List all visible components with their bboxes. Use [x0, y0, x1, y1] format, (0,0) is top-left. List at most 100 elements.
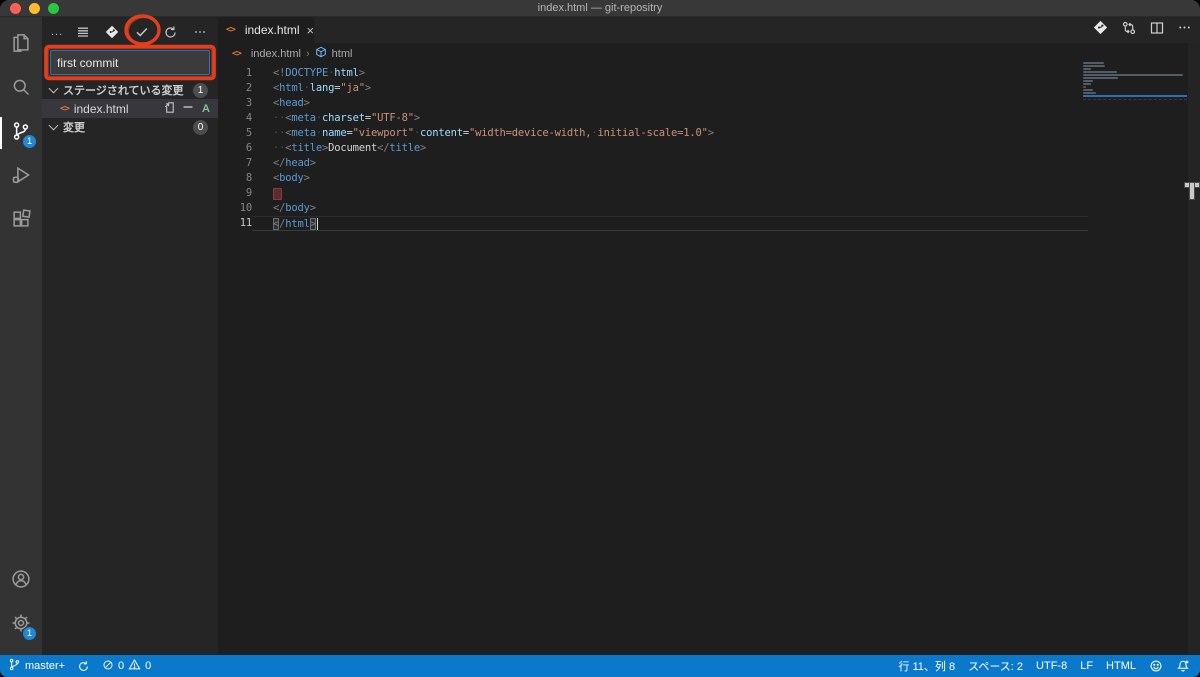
minimize-window-button[interactable] [29, 2, 40, 14]
activity-source-control[interactable]: 1 [0, 111, 42, 155]
code-line[interactable]: 3 <head> [218, 96, 1088, 111]
code-line-text[interactable]: </html> [252, 216, 1088, 231]
errors-icon [102, 659, 114, 674]
code-line[interactable]: 10 </body> [218, 201, 1088, 216]
warnings-count: 0 [145, 660, 152, 672]
breadcrumb-symbol[interactable]: html [332, 48, 353, 60]
code-line-text[interactable]: ··<meta·name="viewport"·content="width=d… [252, 126, 1088, 141]
close-window-button[interactable] [10, 2, 21, 14]
open-changes-icon[interactable] [1121, 20, 1137, 41]
minimap[interactable] [1083, 62, 1187, 100]
changes-header[interactable]: 変更 0 [42, 118, 218, 136]
line-number[interactable]: 8 [218, 171, 252, 186]
language-mode[interactable]: HTML [1106, 660, 1136, 672]
more-actions-button[interactable] [191, 23, 209, 41]
title-bar: index.html — git-repositry [0, 0, 1200, 17]
changes-badge: 0 [193, 119, 208, 135]
line-number[interactable]: 4 [218, 111, 252, 126]
activity-explorer[interactable] [0, 23, 42, 67]
unstage-changes-icon[interactable] [182, 101, 194, 116]
git-graph-button[interactable] [103, 23, 121, 41]
refresh-button[interactable] [162, 23, 180, 41]
activity-search[interactable] [0, 67, 42, 111]
staged-changes-header[interactable]: ステージされている変更 1 [42, 81, 218, 99]
code-line-text[interactable]: <head> [252, 96, 1088, 111]
extensions-icon [11, 208, 31, 234]
git-status-added: A [202, 102, 210, 115]
code-line-text[interactable]: <body> [252, 171, 1088, 186]
branch-indicator[interactable]: master+ [8, 658, 65, 674]
line-number[interactable]: 3 [218, 96, 252, 111]
search-icon [11, 77, 31, 102]
split-editor-icon[interactable] [1149, 20, 1165, 41]
line-number[interactable]: 2 [218, 81, 252, 96]
traffic-lights [0, 2, 59, 14]
code-line[interactable]: 5 ··<meta·name="viewport"·content="width=… [218, 126, 1088, 141]
feedback-icon[interactable] [1149, 659, 1163, 673]
breadcrumb-file[interactable]: index.html [251, 48, 301, 60]
commit-message-input[interactable] [50, 50, 210, 75]
editor-scrollbar[interactable] [1188, 43, 1200, 655]
eol-sequence[interactable]: LF [1080, 660, 1093, 672]
editor-area: <> index.html × <> index.html › html 1 <… [218, 17, 1200, 655]
staged-changes-label: ステージされている変更 [63, 85, 184, 97]
line-number[interactable]: 10 [218, 201, 252, 216]
commit-check-button[interactable] [133, 23, 151, 41]
scm-toolbar: ... [42, 17, 218, 47]
code-line[interactable]: 7 </head> [218, 156, 1088, 171]
zoom-window-button[interactable] [48, 2, 59, 14]
code-line[interactable]: 9 [218, 186, 1088, 201]
tab-index-html[interactable]: <> index.html × [218, 17, 314, 43]
git-branch-icon [8, 658, 21, 674]
activity-extensions[interactable] [0, 199, 42, 243]
tab-bar: <> index.html × [218, 17, 1200, 43]
staged-changes-badge: 1 [193, 82, 208, 98]
code-line[interactable]: 2 <html·lang="ja"> [218, 81, 1088, 96]
code-editor[interactable]: 1 <!DOCTYPE·html> 2 <html·lang="ja"> 3 <head>… [218, 64, 1200, 231]
errors-count: 0 [118, 660, 125, 672]
encoding[interactable]: UTF-8 [1036, 660, 1067, 672]
notifications-bell-icon[interactable] [1176, 659, 1190, 673]
activity-settings[interactable]: 1 [0, 603, 42, 647]
open-file-icon[interactable] [163, 101, 176, 117]
code-line-text[interactable]: ··<title>Document</title> [252, 141, 1088, 156]
scm-title-overflow: ... [51, 26, 64, 38]
html-symbol-cube-icon [315, 46, 327, 61]
window-title: index.html — git-repositry [537, 2, 663, 14]
code-line[interactable]: 4 ··<meta·charset="UTF-8"> [218, 111, 1088, 126]
indentation[interactable]: スペース: 2 [968, 658, 1023, 674]
line-number[interactable]: 6 [218, 141, 252, 156]
code-line[interactable]: 6 ··<title>Document</title> [218, 141, 1088, 156]
cursor-position[interactable]: 行 11、列 8 [898, 658, 955, 674]
code-line[interactable]: 11 </html> [218, 216, 1088, 231]
sync-button[interactable] [77, 660, 90, 673]
close-tab-icon[interactable]: × [307, 23, 315, 38]
status-bar: master+ 0 0 行 11、列 8 スペース: 2 UTF-8 LF HT… [0, 655, 1200, 677]
staged-file-row[interactable]: <> index.html A [42, 99, 218, 118]
activity-accounts[interactable] [0, 559, 42, 603]
problems-indicator[interactable]: 0 0 [102, 658, 151, 674]
git-commit-icon[interactable] [1092, 19, 1109, 41]
code-line-text[interactable]: </head> [252, 156, 1088, 171]
files-icon [11, 33, 31, 58]
code-line-text[interactable]: ··<meta·charset="UTF-8"> [252, 111, 1088, 126]
code-line[interactable]: 8 <body> [218, 171, 1088, 186]
line-number[interactable]: 1 [218, 66, 252, 81]
vscode-window: index.html — git-repositry 1 1 ... first… [0, 0, 1200, 677]
chevron-down-icon [48, 120, 59, 131]
code-line-text[interactable] [252, 186, 1088, 201]
line-number[interactable]: 9 [218, 186, 252, 201]
tab-label: index.html [244, 23, 300, 37]
activity-run-debug[interactable] [0, 155, 42, 199]
line-number[interactable]: 5 [218, 126, 252, 141]
html-file-icon: <> [232, 48, 242, 59]
code-line-text[interactable]: </body> [252, 201, 1088, 216]
chevron-down-icon [48, 83, 59, 94]
code-line[interactable]: 1 <!DOCTYPE·html> [218, 66, 1088, 81]
code-line-text[interactable]: <!DOCTYPE·html> [252, 66, 1088, 81]
line-number[interactable]: 11 [218, 216, 252, 231]
code-line-text[interactable]: <html·lang="ja"> [252, 81, 1088, 96]
view-and-sort-button[interactable] [74, 23, 92, 41]
more-actions-icon[interactable] [1177, 20, 1192, 40]
line-number[interactable]: 7 [218, 156, 252, 171]
